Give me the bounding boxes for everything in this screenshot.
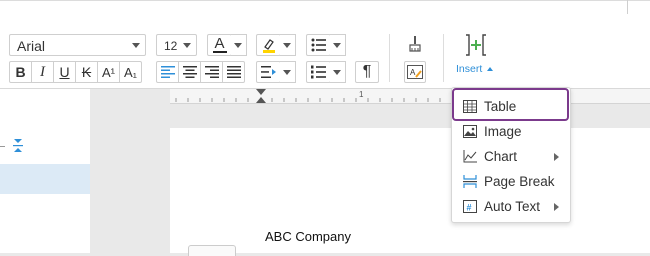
document-text: ABC Company (265, 229, 351, 244)
menu-item-label: Chart (484, 149, 518, 164)
paragraph-mark-button[interactable]: ¶ (355, 61, 379, 83)
clear-format-button[interactable] (405, 34, 425, 56)
chevron-up-icon (487, 67, 493, 71)
top-divider (627, 0, 628, 14)
align-left-button[interactable] (156, 61, 179, 83)
menu-item-label: Page Break (484, 174, 555, 189)
text-box-icon: A (407, 65, 423, 79)
subscript-button[interactable]: A₁ (119, 61, 142, 83)
menu-item-page-break[interactable]: Page Break (452, 169, 570, 194)
brush-icon (409, 36, 421, 52)
highlighter-icon (262, 39, 275, 53)
page-break-icon (463, 175, 477, 188)
image-icon (463, 125, 477, 138)
bullet-list-icon (311, 38, 326, 52)
font-family-value: Arial (17, 38, 46, 54)
numbered-list-button[interactable] (306, 61, 331, 83)
table-item-highlight (452, 88, 569, 121)
indent-dropdown[interactable] (280, 61, 296, 83)
chevron-down-icon (132, 43, 140, 48)
svg-text:#: # (467, 203, 472, 213)
bullet-list-button[interactable] (306, 34, 331, 56)
align-left-icon (160, 66, 175, 78)
font-size-value: 12 (164, 39, 178, 53)
font-color-icon: A (214, 34, 225, 52)
submenu-arrow-icon (554, 202, 559, 211)
superscript-button[interactable]: A¹ (97, 61, 120, 83)
auto-text-icon: # (463, 200, 477, 213)
ruler-mark: 1 (359, 90, 364, 99)
insert-button[interactable]: Insert (453, 32, 493, 78)
font-family-select[interactable]: Arial (9, 34, 146, 56)
text-box-button[interactable]: A (404, 61, 426, 83)
horizontal-ruler: 1 (170, 89, 650, 104)
text-style-group: B I U K A¹ A₁ (9, 61, 142, 83)
chevron-down-icon (183, 43, 191, 48)
insert-label: Insert (456, 63, 483, 75)
font-size-select[interactable]: 12 (156, 34, 197, 56)
tick-mark (0, 146, 5, 147)
menu-item-label: Auto Text (484, 199, 541, 214)
font-color-button[interactable]: A (207, 34, 232, 56)
ruler-ticks (175, 98, 441, 102)
svg-text:A: A (410, 68, 416, 77)
align-right-button[interactable] (200, 61, 223, 83)
strikethrough-button[interactable]: K (75, 61, 98, 83)
indent-icon (260, 66, 276, 78)
separator (389, 34, 390, 82)
menu-item-auto-text[interactable]: # Auto Text (452, 194, 570, 219)
font-color-bar (213, 51, 227, 53)
insert-icon (466, 34, 486, 56)
alignment-group (156, 61, 245, 83)
menu-item-chart[interactable]: Chart (452, 144, 570, 169)
align-center-button[interactable] (178, 61, 201, 83)
chart-icon (463, 150, 477, 163)
highlight-color-button[interactable] (256, 34, 281, 56)
numbered-list-icon (310, 65, 326, 79)
menu-item-image[interactable]: Image (452, 119, 570, 144)
indent-button[interactable] (256, 61, 281, 83)
italic-button[interactable]: I (31, 61, 54, 83)
bullet-list-dropdown[interactable] (330, 34, 346, 56)
menu-item-label: Image (484, 124, 522, 139)
align-center-icon (182, 66, 197, 78)
bold-button[interactable]: B (9, 61, 32, 83)
highlight-dropdown[interactable] (280, 34, 296, 56)
document-page[interactable] (170, 128, 650, 253)
align-right-icon (204, 66, 219, 78)
separator (443, 34, 444, 82)
page-tab (188, 245, 236, 256)
underline-button[interactable]: U (53, 61, 76, 83)
collapse-icon[interactable] (12, 138, 24, 154)
font-color-dropdown[interactable] (231, 34, 247, 56)
numbered-list-dropdown[interactable] (330, 61, 346, 83)
top-border (0, 0, 650, 1)
submenu-arrow-icon (554, 152, 559, 161)
justify-button[interactable] (222, 61, 245, 83)
indent-marker-icon[interactable] (256, 89, 266, 103)
justify-icon (226, 66, 241, 78)
left-pane-selected-row[interactable] (0, 164, 90, 194)
